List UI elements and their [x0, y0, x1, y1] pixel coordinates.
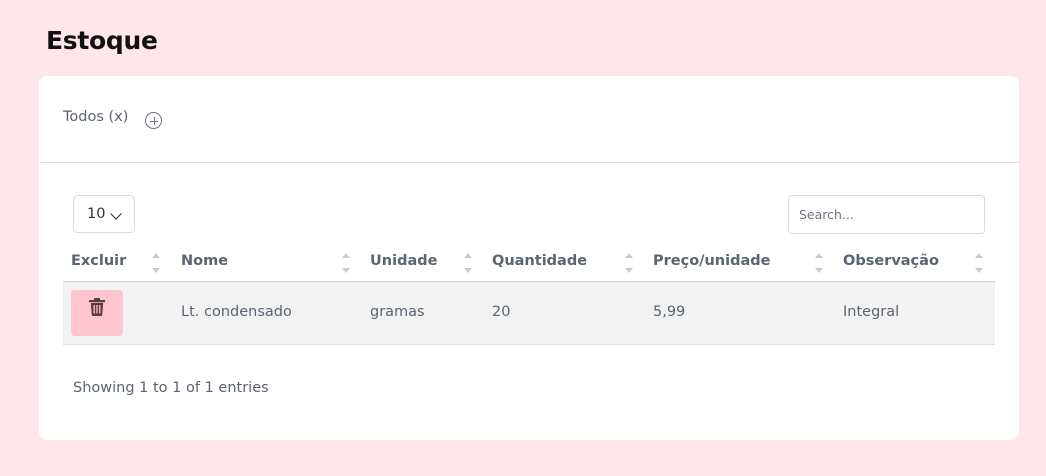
chevron-down-icon	[110, 208, 122, 220]
column-header-excluir[interactable]: Excluir	[71, 253, 126, 269]
column-header-preco-unidade[interactable]: Preço/unidade	[653, 253, 770, 269]
column-header-unidade[interactable]: Unidade	[370, 253, 437, 269]
plus-circle-icon[interactable]	[145, 112, 162, 129]
page-length-select[interactable]: 10	[73, 195, 135, 233]
table-info: Showing 1 to 1 of 1 entries	[73, 380, 269, 396]
sort-icon[interactable]	[152, 253, 160, 273]
filter-bar: Todos (x)	[39, 76, 1019, 163]
cell-preco-unidade: 5,99	[653, 304, 686, 320]
table-row: Lt. condensado gramas 20 5,99 Integral	[63, 282, 995, 345]
cell-quantidade: 20	[492, 304, 511, 320]
cell-observacao: Integral	[843, 304, 900, 320]
search-input[interactable]	[788, 195, 985, 234]
stock-table: Excluir Nome Unidade Quantidade Preço/un…	[63, 242, 995, 345]
page-length-value: 10	[87, 206, 106, 222]
sort-icon[interactable]	[342, 253, 350, 273]
column-header-quantidade[interactable]: Quantidade	[492, 253, 587, 269]
column-header-nome[interactable]: Nome	[181, 253, 228, 269]
delete-button[interactable]	[71, 290, 123, 336]
stock-card: Todos (x) 10 Excluir Nome Unidade Quanti…	[39, 76, 1019, 440]
sort-icon[interactable]	[975, 253, 983, 273]
cell-nome: Lt. condensado	[181, 304, 292, 320]
column-header-observacao[interactable]: Observação	[843, 253, 939, 269]
sort-icon[interactable]	[625, 253, 633, 273]
table-header: Excluir Nome Unidade Quantidade Preço/un…	[63, 242, 995, 282]
sort-icon[interactable]	[815, 253, 823, 273]
sort-icon[interactable]	[464, 253, 472, 273]
filter-todos[interactable]: Todos (x)	[63, 109, 128, 125]
trash-icon	[89, 298, 105, 316]
cell-unidade: gramas	[370, 304, 425, 320]
page-title: Estoque	[46, 26, 158, 55]
